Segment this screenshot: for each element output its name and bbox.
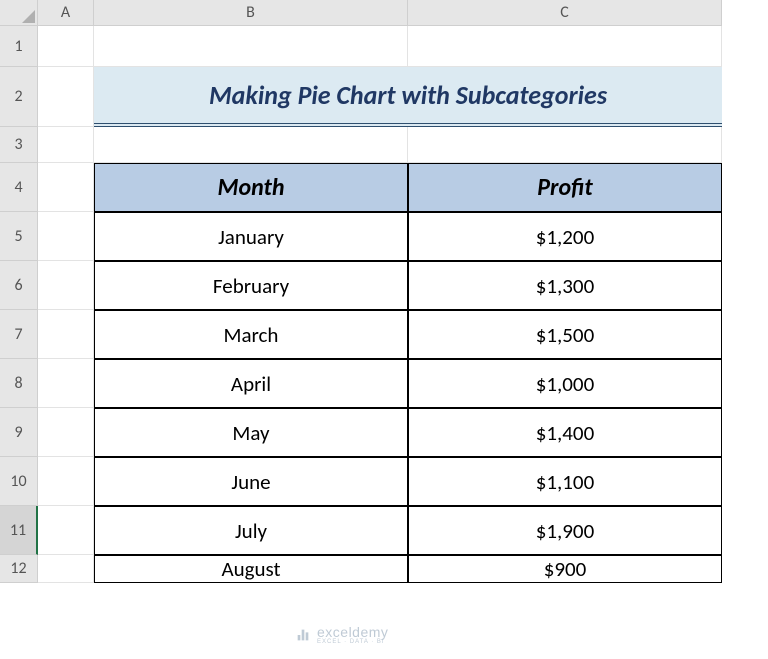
row-header-10[interactable]: 10 xyxy=(0,457,38,506)
cell-b3[interactable] xyxy=(94,127,408,163)
table-row[interactable]: $1,000 xyxy=(408,359,722,408)
watermark-text: exceldemy xyxy=(317,625,388,639)
cell-b1[interactable] xyxy=(94,26,408,67)
logo-icon xyxy=(295,627,311,643)
row-header-7[interactable]: 7 xyxy=(0,310,38,359)
cell-a7[interactable] xyxy=(38,310,94,359)
table-header-month[interactable]: Month xyxy=(94,163,408,212)
select-all-corner[interactable] xyxy=(0,0,38,26)
row-header-1[interactable]: 1 xyxy=(0,26,38,67)
row-header-9[interactable]: 9 xyxy=(0,408,38,457)
page-title[interactable]: Making Pie Chart with Subcategories xyxy=(94,67,722,127)
table-row[interactable]: April xyxy=(94,359,408,408)
col-header-b[interactable]: B xyxy=(94,0,408,26)
cell-a5[interactable] xyxy=(38,212,94,261)
table-row[interactable]: $1,200 xyxy=(408,212,722,261)
table-row[interactable]: August xyxy=(94,555,408,583)
table-header-profit[interactable]: Profit xyxy=(408,163,722,212)
table-row[interactable]: $1,100 xyxy=(408,457,722,506)
table-row[interactable]: January xyxy=(94,212,408,261)
cell-a3[interactable] xyxy=(38,127,94,163)
row-header-2[interactable]: 2 xyxy=(0,67,38,127)
row-header-8[interactable]: 8 xyxy=(0,359,38,408)
table-row[interactable]: $900 xyxy=(408,555,722,583)
table-row[interactable]: $1,500 xyxy=(408,310,722,359)
col-header-a[interactable]: A xyxy=(38,0,94,26)
cell-a11[interactable] xyxy=(38,506,94,555)
table-row[interactable]: $1,400 xyxy=(408,408,722,457)
row-header-11[interactable]: 11 xyxy=(0,506,38,555)
cell-a1[interactable] xyxy=(38,26,94,67)
cell-a10[interactable] xyxy=(38,457,94,506)
cell-a12[interactable] xyxy=(38,555,94,583)
table-row[interactable]: March xyxy=(94,310,408,359)
table-row[interactable]: February xyxy=(94,261,408,310)
cell-a6[interactable] xyxy=(38,261,94,310)
cell-c1[interactable] xyxy=(408,26,722,67)
watermark: exceldemy EXCEL · DATA · BI xyxy=(295,625,388,645)
spreadsheet-grid: A B C 1 2 Making Pie Chart with Subcateg… xyxy=(0,0,768,583)
row-header-3[interactable]: 3 xyxy=(0,127,38,163)
cell-a2[interactable] xyxy=(38,67,94,127)
cell-a4[interactable] xyxy=(38,163,94,212)
table-row[interactable]: July xyxy=(94,506,408,555)
row-header-6[interactable]: 6 xyxy=(0,261,38,310)
row-header-12[interactable]: 12 xyxy=(0,555,38,583)
table-row[interactable]: June xyxy=(94,457,408,506)
table-row[interactable]: $1,300 xyxy=(408,261,722,310)
col-header-c[interactable]: C xyxy=(408,0,722,26)
cell-a9[interactable] xyxy=(38,408,94,457)
watermark-subtext: EXCEL · DATA · BI xyxy=(317,639,388,645)
cell-a8[interactable] xyxy=(38,359,94,408)
table-row[interactable]: May xyxy=(94,408,408,457)
table-row[interactable]: $1,900 xyxy=(408,506,722,555)
row-header-4[interactable]: 4 xyxy=(0,163,38,212)
cell-c3[interactable] xyxy=(408,127,722,163)
row-header-5[interactable]: 5 xyxy=(0,212,38,261)
